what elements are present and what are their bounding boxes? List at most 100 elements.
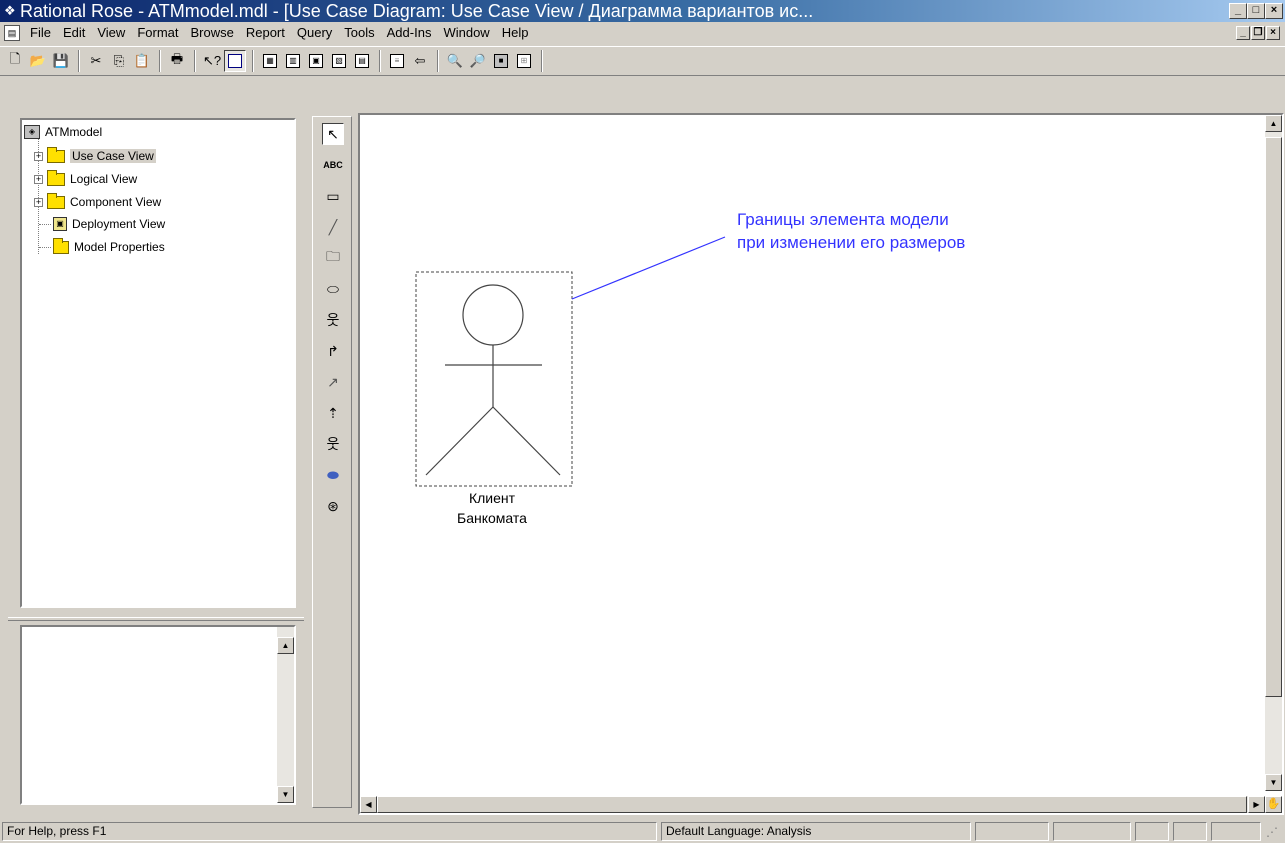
annotation-line-2: при изменении его размеров — [737, 233, 966, 252]
tree-item-component-view[interactable]: + Component View — [34, 192, 161, 212]
view-documentation-icon[interactable] — [224, 50, 246, 72]
tree-item-deployment-view[interactable]: ▣ Deployment View — [53, 214, 165, 234]
canvas-horizontal-scrollbar[interactable]: ◀ ▶ — [360, 796, 1265, 813]
open-icon[interactable]: 📂 — [27, 50, 49, 72]
tree-item-logical-view[interactable]: + Logical View — [34, 169, 137, 189]
zoom-in-icon[interactable]: 🔍 — [444, 50, 466, 72]
expand-icon[interactable]: + — [34, 151, 43, 161]
horizontal-scroll-thumb[interactable] — [377, 796, 1247, 813]
menu-help[interactable]: Help — [496, 23, 535, 43]
actor-label-line-1[interactable]: Клиент — [432, 489, 552, 508]
vertical-scroll-thumb[interactable] — [1265, 137, 1282, 697]
document-control-icon[interactable]: ▤ — [4, 25, 20, 41]
selection-arrow-icon[interactable]: ↖ — [322, 123, 344, 145]
documentation-scrollbar[interactable]: ▲ ▼ — [277, 627, 294, 803]
menu-report[interactable]: Report — [240, 23, 291, 43]
deployment-icon: ▣ — [53, 217, 67, 231]
anchor-note-icon[interactable]: ╱ — [322, 216, 344, 238]
browse-interaction-diagram-icon[interactable]: ▥ — [282, 50, 304, 72]
generalization-icon[interactable]: ⇡ — [322, 402, 344, 424]
toolbar-separator — [159, 50, 161, 72]
status-help-text: For Help, press F1 — [2, 822, 657, 841]
pan-hand-icon[interactable]: ✋ — [1265, 796, 1282, 813]
business-worker-icon[interactable]: ⊛ — [322, 495, 344, 517]
fit-in-window-icon[interactable]: ■ — [490, 50, 512, 72]
cut-icon[interactable]: ✂ — [85, 50, 107, 72]
documentation-pane[interactable]: ▲ ▼ — [20, 625, 296, 805]
status-panel — [975, 822, 1049, 841]
dependency-icon[interactable]: ↗ — [322, 371, 344, 393]
menu-browse[interactable]: Browse — [184, 23, 239, 43]
menu-format[interactable]: Format — [131, 23, 184, 43]
actor-left-leg — [425, 406, 494, 476]
rose-app-icon[interactable]: ❖ — [4, 4, 18, 18]
note-icon[interactable]: ▭ — [322, 185, 344, 207]
close-button[interactable]: × — [1265, 3, 1283, 19]
annotation-pointer-line — [571, 236, 726, 300]
text-box-icon[interactable]: ABC — [322, 154, 344, 176]
resize-bounds[interactable] — [415, 271, 573, 487]
expand-icon[interactable]: + — [34, 197, 43, 207]
use-case-diagram-canvas[interactable]: Границы элемента модели при изменении ег… — [358, 113, 1284, 815]
scroll-left-arrow-icon[interactable]: ◀ — [360, 796, 377, 813]
canvas-vertical-scrollbar[interactable]: ▲ ▼ — [1265, 115, 1282, 791]
unidirectional-association-icon[interactable]: ↱ — [322, 340, 344, 362]
maximize-button[interactable]: □ — [1247, 3, 1265, 19]
zoom-out-icon[interactable]: 🔎 — [467, 50, 489, 72]
paste-icon[interactable]: 📋 — [131, 50, 153, 72]
scroll-down-arrow-icon[interactable]: ▼ — [1265, 774, 1282, 791]
mdi-restore-button[interactable]: ❐ — [1251, 26, 1265, 40]
mdi-close-button[interactable]: × — [1266, 26, 1280, 40]
pane-splitter[interactable] — [8, 617, 304, 621]
copy-icon[interactable]: ⎘ — [108, 50, 130, 72]
status-panel — [1135, 822, 1169, 841]
browse-deployment-diagram-icon[interactable]: ▧ — [328, 50, 350, 72]
tree-item-label: Component View — [70, 195, 162, 209]
scroll-up-arrow-icon[interactable]: ▲ — [277, 637, 294, 654]
menu-view[interactable]: View — [91, 23, 131, 43]
tree-line — [39, 247, 51, 248]
status-bar: For Help, press F1 Default Language: Ana… — [0, 819, 1285, 843]
minimize-button[interactable]: _ — [1229, 3, 1247, 19]
window-title: Rational Rose - ATMmodel.mdl - [Use Case… — [20, 0, 814, 21]
tree-item-atmmodel[interactable]: ◈ ATMmodel — [24, 122, 102, 142]
browse-parent-icon[interactable]: ▤ — [351, 50, 373, 72]
tree-item-model-properties[interactable]: Model Properties — [53, 237, 165, 257]
menu-tools[interactable]: Tools — [338, 23, 380, 43]
scroll-up-arrow-icon[interactable]: ▲ — [1265, 115, 1282, 132]
model-browser-tree[interactable]: ◈ ATMmodel + Use Case View + Logical Vie… — [20, 118, 296, 608]
browse-class-diagram-icon[interactable]: ▦ — [259, 50, 281, 72]
menu-add-ins[interactable]: Add-Ins — [381, 23, 438, 43]
new-icon[interactable]: 🗋 — [4, 50, 26, 72]
package-icon[interactable]: 🗀 — [322, 247, 344, 269]
undo-fit-icon[interactable]: ⊞ — [513, 50, 535, 72]
mdi-minimize-button[interactable]: _ — [1236, 26, 1250, 40]
print-icon[interactable]: 🖶 — [166, 50, 188, 72]
menu-edit[interactable]: Edit — [57, 23, 91, 43]
toolbar-separator — [541, 50, 543, 72]
scroll-down-arrow-icon[interactable]: ▼ — [277, 786, 294, 803]
scroll-right-arrow-icon[interactable]: ▶ — [1248, 796, 1265, 813]
context-help-icon[interactable]: ↖? — [201, 50, 223, 72]
toolbar-separator — [379, 50, 381, 72]
model-icon: ◈ — [24, 125, 40, 139]
resize-grip-icon[interactable]: ⋰ — [1266, 825, 1278, 839]
browse-previous-diagram-icon[interactable]: ≡ — [386, 50, 408, 72]
actor-icon[interactable]: 웃 — [322, 309, 344, 331]
browse-component-diagram-icon[interactable]: ▣ — [305, 50, 327, 72]
menu-file[interactable]: File — [24, 23, 57, 43]
menu-query[interactable]: Query — [291, 23, 338, 43]
business-actor-icon[interactable]: 웃 — [322, 433, 344, 455]
save-icon[interactable]: 💾 — [50, 50, 72, 72]
menu-window[interactable]: Window — [437, 23, 495, 43]
use-case-icon[interactable]: ⬭ — [322, 278, 344, 300]
title-bar[interactable]: ❖ Rational Rose - ATMmodel.mdl - [Use Ca… — [0, 0, 1285, 22]
actor-label-line-2[interactable]: Банкомата — [432, 509, 552, 528]
tree-item-use-case-view[interactable]: + Use Case View — [34, 146, 156, 166]
back-arrow-icon[interactable]: ⇦ — [409, 50, 431, 72]
expand-icon[interactable]: + — [34, 174, 43, 184]
business-use-case-icon[interactable]: ⬬ — [322, 464, 344, 486]
toolbar-separator — [194, 50, 196, 72]
annotation-line-1: Границы элемента модели — [737, 210, 949, 229]
diagram-toolbox: ↖ ABC ▭ ╱ 🗀 ⬭ 웃 ↱ ↗ ⇡ 웃 ⬬ ⊛ — [312, 116, 352, 808]
